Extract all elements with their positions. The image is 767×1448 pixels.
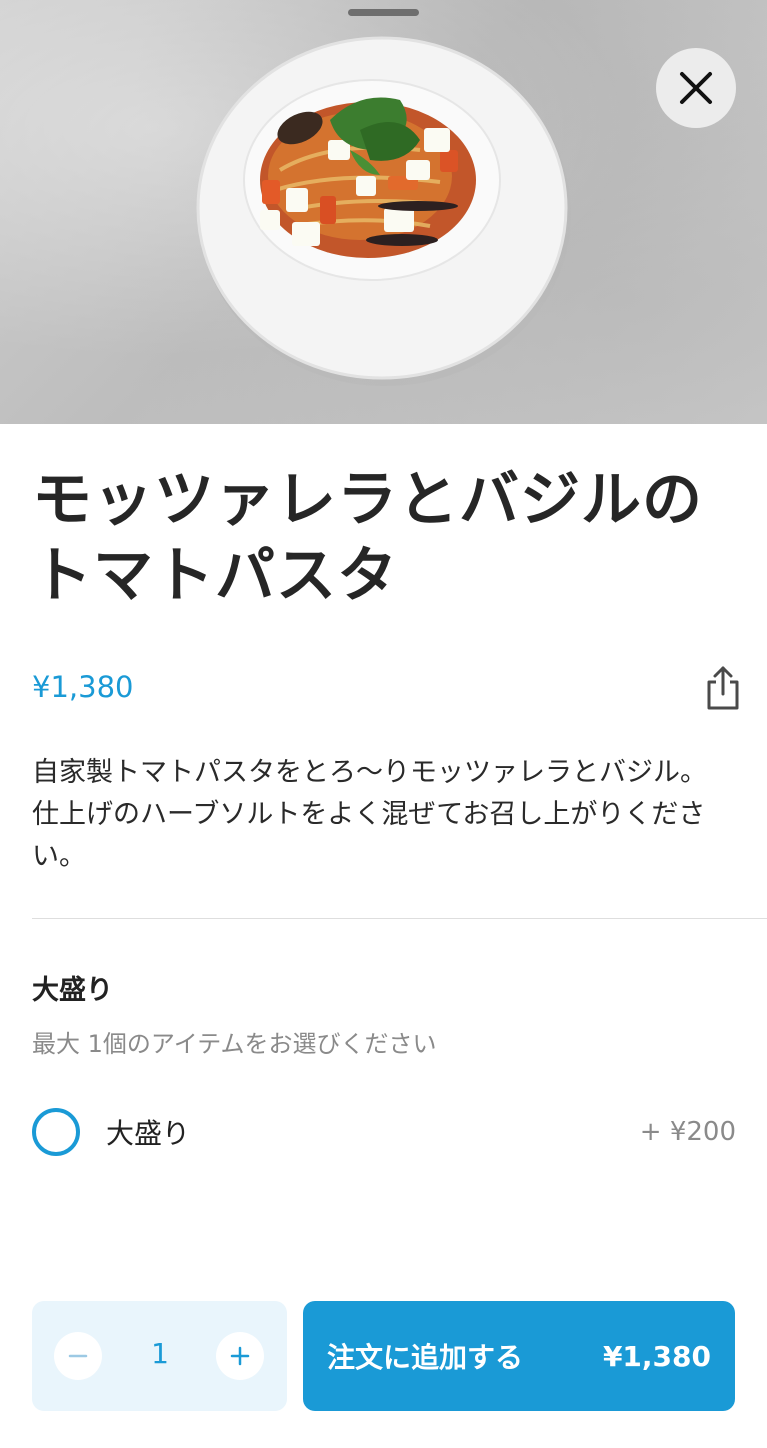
plus-icon <box>230 1346 250 1366</box>
option-price: + ¥200 <box>639 1117 736 1147</box>
add-to-order-price: ¥1,380 <box>602 1339 711 1373</box>
add-to-order-label: 注文に追加する <box>327 1341 524 1374</box>
item-description: 自家製トマトパスタをとろ〜りモッツァレラとバジル。仕上げのハーブソルトをよく混ぜ… <box>32 757 707 872</box>
increase-quantity-button[interactable] <box>216 1332 264 1380</box>
decrease-quantity-button[interactable] <box>54 1332 102 1380</box>
item-price: ¥1,380 <box>32 670 134 704</box>
pasta-plate-image <box>196 36 571 386</box>
share-button[interactable] <box>704 664 742 712</box>
option-group-subtitle: 最大 1個のアイテムをお選びください <box>32 1030 437 1058</box>
section-divider <box>32 918 767 919</box>
quantity-value: 1 <box>151 1337 169 1370</box>
option-group-title: 大盛り <box>32 975 113 1006</box>
minus-icon <box>68 1354 88 1358</box>
share-icon <box>707 666 739 710</box>
option-radio[interactable] <box>32 1108 80 1156</box>
close-button[interactable] <box>656 48 736 128</box>
option-row-large[interactable]: 大盛り + ¥200 <box>32 1100 736 1164</box>
quantity-stepper: 1 <box>32 1301 287 1411</box>
option-label: 大盛り <box>106 1117 191 1150</box>
close-icon <box>680 72 712 104</box>
item-title: モッツァレラとバジルのトマトパスタ <box>32 465 703 611</box>
item-photo <box>0 0 767 424</box>
add-to-order-button[interactable]: 注文に追加する ¥1,380 <box>303 1301 735 1411</box>
